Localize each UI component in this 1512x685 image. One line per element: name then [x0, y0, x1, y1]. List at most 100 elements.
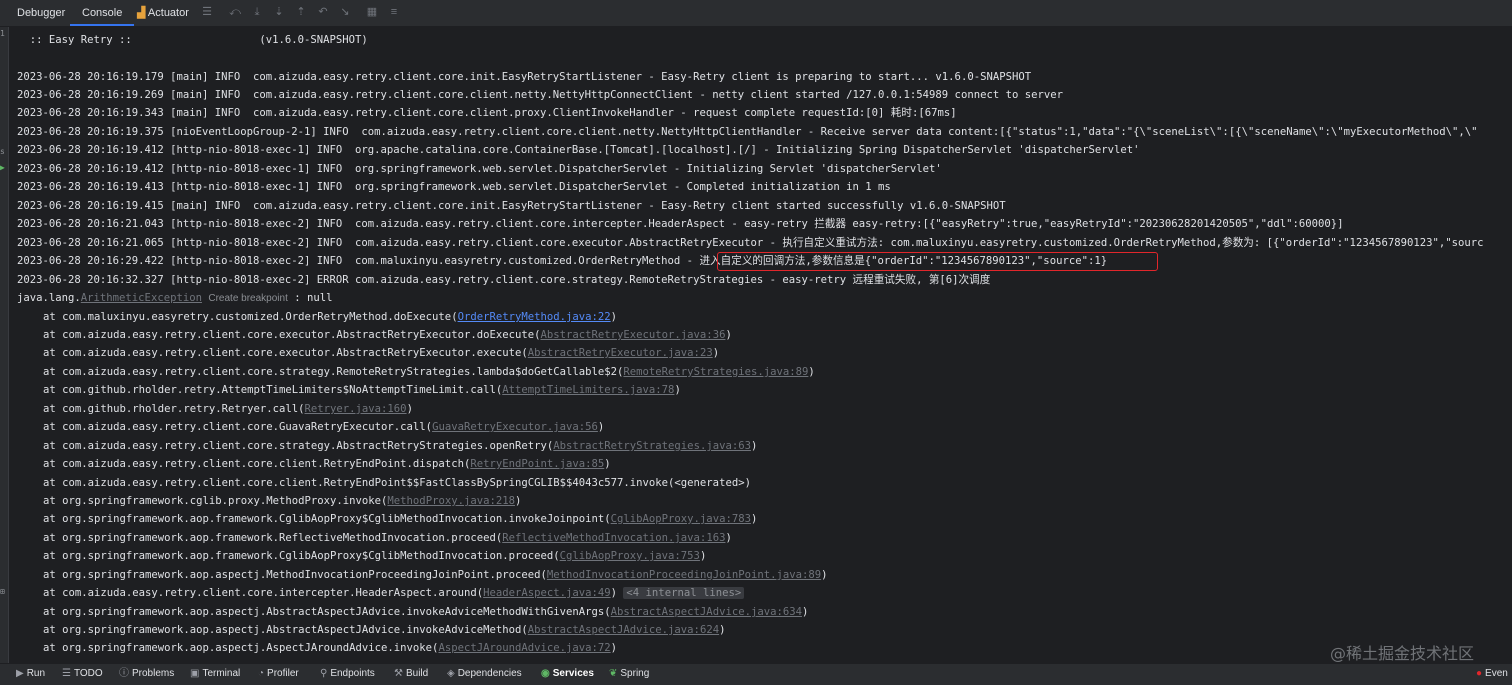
console-line: 2023-06-28 20:16:19.375 [nioEventLoopGro…: [17, 126, 1478, 138]
event-log-tab[interactable]: ● Even: [1476, 664, 1508, 685]
step-out-icon[interactable]: ⇡: [295, 6, 307, 18]
source-link[interactable]: GuavaRetryExecutor.java:56: [432, 421, 598, 433]
stack-frame: at org.springframework.aop.framework.Cgl…: [43, 550, 707, 562]
profiler-icon: ◔: [258, 668, 265, 679]
source-link[interactable]: MethodInvocationProceedingJoinPoint.java…: [547, 569, 821, 581]
bottom-tab-terminal[interactable]: ▣ Terminal: [190, 664, 240, 685]
exception-line: java.lang.ArithmeticException Create bre…: [17, 289, 333, 308]
event-log-icon: ●: [1476, 668, 1483, 679]
bottom-tab-dependencies[interactable]: ◈ Dependencies: [447, 664, 522, 685]
create-breakpoint-link[interactable]: Create breakpoint: [208, 293, 288, 304]
stack-frame: at com.aizuda.easy.retry.client.core.str…: [43, 366, 815, 378]
hammer-icon: ⚒: [394, 668, 403, 679]
actuator-icon: ▟: [137, 7, 146, 19]
gutter-mark: s: [0, 147, 5, 156]
stack-frame: at org.springframework.aop.aspectj.Metho…: [43, 569, 828, 581]
source-link[interactable]: RetryEndPoint.java:85: [470, 458, 604, 470]
console-line: 2023-06-28 20:16:21.065 [http-nio-8018-e…: [17, 237, 1484, 249]
debug-toolbar: Debugger Console ▟ Actuator ☰ ⤺ ⤓ ⇣ ⇡ ↶ …: [0, 0, 1512, 27]
stack-frame: at com.aizuda.easy.retry.client.core.exe…: [43, 329, 732, 341]
stack-frame: at com.aizuda.easy.retry.client.core.str…: [43, 440, 758, 452]
exception-prefix: java.lang.: [17, 292, 81, 304]
stack-frame: at org.springframework.aop.aspectj.Aspec…: [43, 642, 618, 654]
source-link[interactable]: AbstractRetryExecutor.java:36: [540, 329, 725, 341]
bottom-tab-endpoints[interactable]: ⚲ Endpoints: [320, 664, 375, 685]
list-icon: ☰: [62, 668, 71, 679]
tool-window-bar: ▶ Run ☰ TODO ⓘ Problems ▣ Terminal ◔ Profiler…: [0, 663, 1512, 685]
drop-frame-icon[interactable]: ↶: [317, 6, 329, 18]
bottom-tab-todo[interactable]: ☰ TODO: [62, 664, 103, 685]
bottom-tab-profiler[interactable]: ◔ Profiler: [258, 664, 299, 685]
menu-icon[interactable]: ☰: [201, 6, 213, 18]
stack-frame: at org.springframework.aop.framework.Ref…: [43, 532, 732, 544]
source-link[interactable]: ReflectiveMethodInvocation.java:163: [502, 532, 725, 544]
terminal-icon: ▣: [190, 668, 200, 679]
source-link[interactable]: HeaderAspect.java:49: [483, 587, 611, 599]
source-link[interactable]: AbstractAspectJAdvice.java:634: [611, 606, 802, 618]
warning-icon: ⓘ: [119, 668, 129, 679]
stack-frame: at com.maluxinyu.easyretry.customized.Or…: [43, 311, 618, 323]
stack-frame: at com.aizuda.easy.retry.client.core.exe…: [43, 347, 720, 359]
step-into-icon[interactable]: ⇣: [273, 6, 285, 18]
source-link[interactable]: CglibAopProxy.java:783: [611, 513, 751, 525]
spring-icon: ❦: [609, 668, 618, 679]
evaluate-icon[interactable]: ▦: [366, 6, 378, 18]
console-line-error: 2023-06-28 20:16:32.327 [http-nio-8018-e…: [17, 274, 991, 286]
console-output[interactable]: '''''' '''' :: Easy Retry :: (v1.6.0-SNA…: [9, 27, 1512, 663]
source-link[interactable]: AbstractAspectJAdvice.java:624: [528, 624, 719, 636]
console-line: 2023-06-28 20:16:19.412 [http-nio-8018-e…: [17, 163, 942, 175]
stack-frame: at com.aizuda.easy.retry.client.core.Gua…: [43, 421, 605, 433]
services-icon: ◉: [541, 668, 550, 679]
console-line: 2023-06-28 20:16:19.269 [main] INFO com.…: [17, 89, 1063, 101]
stack-frame: at com.github.rholder.retry.Retryer.call…: [43, 403, 413, 415]
dependencies-icon: ◈: [447, 668, 455, 679]
console-line: 2023-06-28 20:16:19.412 [http-nio-8018-e…: [17, 144, 1140, 156]
console-line: 2023-06-28 20:16:19.413 [http-nio-8018-e…: [17, 181, 891, 193]
console-banner: :: Easy Retry :: (v1.6.0-SNAPSHOT): [17, 34, 368, 46]
gutter-run-icon[interactable]: ▶: [0, 163, 8, 172]
play-icon: ▶: [16, 668, 24, 679]
stack-frame: at org.springframework.cglib.proxy.Metho…: [43, 495, 522, 507]
bottom-tab-problems[interactable]: ⓘ Problems: [119, 664, 174, 685]
exception-suffix: : null: [287, 292, 333, 304]
tab-debugger[interactable]: Debugger: [17, 0, 65, 26]
bottom-tab-services[interactable]: ◉ Services: [541, 664, 594, 685]
bottom-tab-run[interactable]: ▶ Run: [16, 664, 45, 685]
source-link[interactable]: AbstractRetryStrategies.java:63: [553, 440, 751, 452]
console-line: 2023-06-28 20:16:19.179 [main] INFO com.…: [17, 71, 1032, 83]
console-line: 2023-06-28 20:16:19.415 [main] INFO com.…: [17, 200, 1006, 212]
endpoints-icon: ⚲: [320, 668, 328, 679]
watermark: @稀土掘金技术社区: [1330, 644, 1475, 663]
bottom-tab-build[interactable]: ⚒ Build: [394, 664, 428, 685]
console-line: 2023-06-28 20:16:19.343 [main] INFO com.…: [17, 107, 957, 119]
source-link[interactable]: AbstractRetryExecutor.java:23: [528, 347, 713, 359]
stack-frame: at com.aizuda.easy.retry.client.core.cli…: [43, 458, 611, 470]
stack-frame: at com.aizuda.easy.retry.client.core.int…: [43, 584, 745, 602]
expand-icon[interactable]: ⊞: [0, 587, 8, 596]
run-to-cursor-icon[interactable]: ↘: [339, 6, 351, 18]
console-line: 2023-06-28 20:16:21.043 [http-nio-8018-e…: [17, 218, 1344, 230]
stack-frame: at com.github.rholder.retry.AttemptTimeL…: [43, 384, 681, 396]
source-link[interactable]: RemoteRetryStrategies.java:89: [623, 366, 808, 378]
trace-icon[interactable]: ≡: [388, 6, 400, 18]
source-link[interactable]: AspectJAroundAdvice.java:72: [438, 642, 610, 654]
exception-class-link[interactable]: ArithmeticException: [81, 292, 202, 304]
stack-frame: at org.springframework.aop.aspectj.Abstr…: [43, 624, 726, 636]
source-link[interactable]: CglibAopProxy.java:753: [560, 550, 700, 562]
stack-frame: at org.springframework.aop.framework.Cgl…: [43, 513, 758, 525]
highlight-box: [717, 252, 1158, 271]
source-link[interactable]: AttemptTimeLimiters.java:78: [502, 384, 674, 396]
tab-actuator[interactable]: ▟ Actuator: [137, 0, 189, 26]
stack-frame: at com.aizuda.easy.retry.client.core.cli…: [43, 477, 751, 489]
bottom-tab-spring[interactable]: ❦ Spring: [609, 664, 649, 685]
restore-frames-icon[interactable]: ⤺: [229, 6, 241, 18]
source-link[interactable]: MethodProxy.java:218: [387, 495, 515, 507]
step-over-icon[interactable]: ⤓: [251, 6, 263, 18]
stack-frame: at org.springframework.aop.aspectj.Abstr…: [43, 606, 809, 618]
left-gutter: 1 s ▶ ⊞: [0, 27, 9, 663]
source-link[interactable]: Retryer.java:160: [305, 403, 407, 415]
source-link[interactable]: OrderRetryMethod.java:22: [458, 311, 611, 323]
gutter-mark: 1: [0, 29, 5, 38]
tab-console[interactable]: Console: [70, 0, 135, 26]
collapsed-internal-lines[interactable]: <4 internal lines>: [623, 587, 745, 599]
